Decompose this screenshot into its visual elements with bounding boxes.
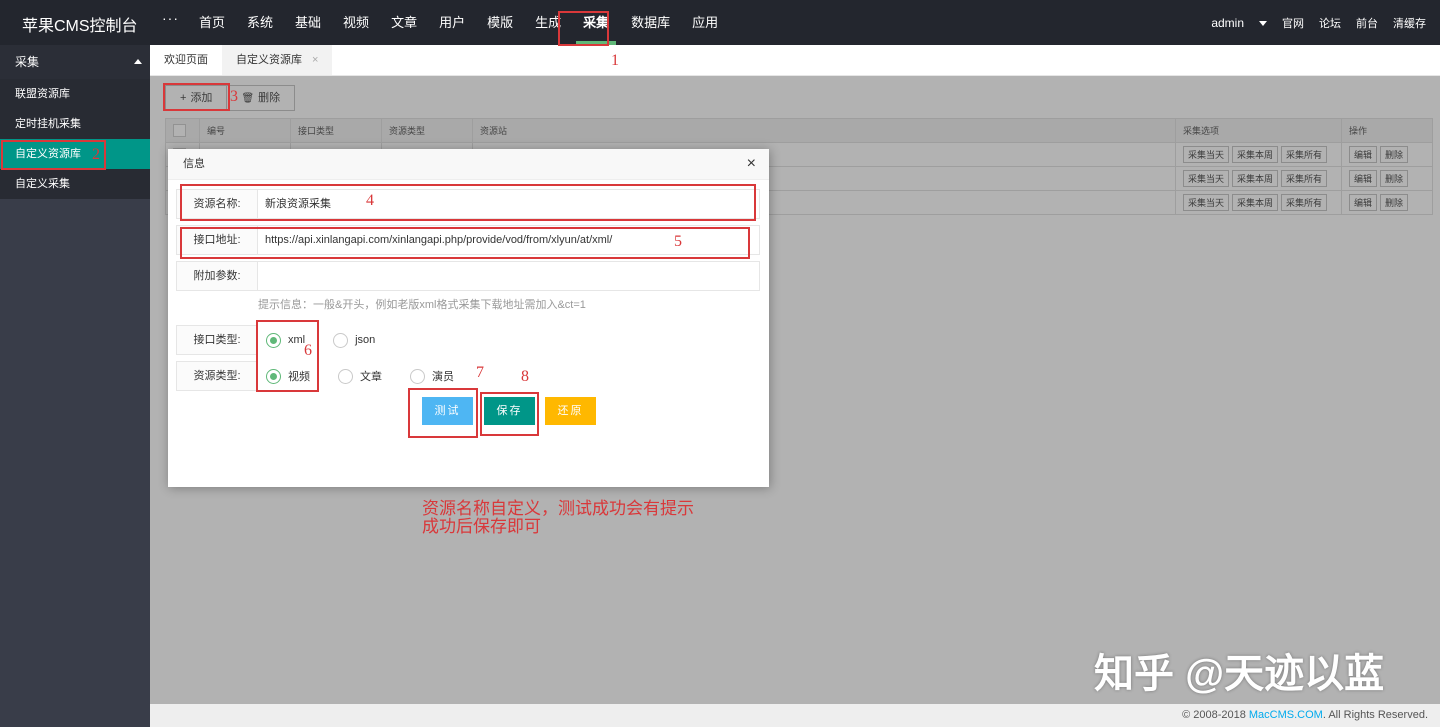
param-label: 附加参数: bbox=[176, 261, 258, 291]
close-icon[interactable]: × bbox=[312, 54, 318, 66]
caret-up-icon bbox=[134, 59, 142, 64]
caret-down-icon bbox=[1259, 21, 1267, 27]
annotation-number: 2 bbox=[92, 146, 100, 163]
radio-label: 演员 bbox=[432, 371, 454, 383]
sidebar-list: 联盟资源库 定时挂机采集 自定义资源库 自定义采集 bbox=[0, 79, 150, 199]
tab-welcome[interactable]: 欢迎页面 bbox=[150, 45, 222, 75]
reset-button[interactable]: 还原 bbox=[545, 397, 596, 425]
radio-json[interactable]: json bbox=[333, 332, 376, 348]
annotation-box-2 bbox=[1, 140, 106, 170]
nav-item-apps[interactable]: 应用 bbox=[681, 0, 729, 45]
annotation-note-line: 资源名称自定义，测试成功会有提示 bbox=[422, 499, 694, 518]
page-tabs: 欢迎页面 自定义资源库 × bbox=[150, 45, 1440, 76]
annotation-number: 4 bbox=[366, 192, 374, 209]
radio-article[interactable]: 文章 bbox=[338, 368, 382, 384]
nav-item-basic[interactable]: 基础 bbox=[284, 0, 332, 45]
annotation-number: 5 bbox=[674, 233, 682, 250]
sidebar-group-label: 采集 bbox=[15, 55, 40, 69]
annotation-box-7 bbox=[408, 388, 478, 438]
radio-unchecked-icon bbox=[338, 368, 353, 384]
annotation-number: 1 bbox=[611, 52, 619, 69]
nav-item-user[interactable]: 用户 bbox=[428, 0, 476, 45]
param-row: 附加参数: bbox=[176, 261, 760, 291]
annotation-number: 7 bbox=[476, 364, 484, 381]
link-frontend[interactable]: 前台 bbox=[1356, 15, 1378, 31]
radio-label: 文章 bbox=[360, 371, 382, 383]
annotation-note-line: 成功后保存即可 bbox=[422, 517, 541, 536]
nav-item-system[interactable]: 系统 bbox=[236, 0, 284, 45]
annotation-number: 8 bbox=[521, 368, 529, 385]
tab-custom-library[interactable]: 自定义资源库 × bbox=[222, 45, 333, 75]
user-name: admin bbox=[1211, 15, 1244, 30]
annotation-note: 资源名称自定义，测试成功会有提示 成功后保存即可 bbox=[422, 500, 694, 536]
link-forum[interactable]: 论坛 bbox=[1319, 15, 1341, 31]
nav-item-video[interactable]: 视频 bbox=[332, 0, 380, 45]
radio-unchecked-icon bbox=[410, 368, 425, 384]
footer-link[interactable]: MacCMS.COM bbox=[1249, 709, 1323, 721]
app-logo-title[interactable]: 苹果CMS控制台 bbox=[22, 12, 138, 36]
user-menu[interactable]: admin bbox=[1211, 16, 1267, 30]
radio-actor[interactable]: 演员 bbox=[410, 368, 454, 384]
dialog-title: 信息 bbox=[168, 149, 769, 180]
radio-unchecked-icon bbox=[333, 332, 349, 348]
link-clear-cache[interactable]: 清缓存 bbox=[1393, 15, 1426, 31]
sidebar-group-collect[interactable]: 采集 bbox=[0, 45, 150, 79]
sidebar-item-union-library[interactable]: 联盟资源库 bbox=[0, 79, 150, 109]
annotation-box-1 bbox=[558, 11, 609, 46]
resource-type-label: 资源类型: bbox=[176, 361, 258, 391]
annotation-number: 3 bbox=[230, 88, 238, 105]
annotation-box-5 bbox=[180, 227, 750, 259]
nav-item-article[interactable]: 文章 bbox=[380, 0, 428, 45]
annotation-number: 6 bbox=[304, 342, 312, 359]
nav-item-home[interactable]: 首页 bbox=[188, 0, 236, 45]
footer-rights: . All Rights Reserved. bbox=[1322, 709, 1428, 721]
extra-params-input[interactable] bbox=[258, 261, 760, 291]
top-header: 苹果CMS控制台 ··· 首页 系统 基础 视频 文章 用户 模版 生成 采集 … bbox=[0, 0, 1440, 45]
nav-item-database[interactable]: 数据库 bbox=[620, 0, 681, 45]
radio-label: json bbox=[355, 334, 376, 346]
link-official-site[interactable]: 官网 bbox=[1282, 15, 1304, 31]
footer-copyright: © 2008-2018 bbox=[1182, 709, 1246, 721]
main-nav: 首页 系统 基础 视频 文章 用户 模版 生成 采集 数据库 应用 bbox=[188, 0, 729, 45]
hint-text: 提示信息：一般&开头，例如老版xml格式采集下载地址需加入&ct=1 bbox=[258, 299, 586, 311]
nav-more-icon[interactable]: ··· bbox=[162, 10, 179, 26]
annotation-box-8 bbox=[480, 392, 539, 436]
header-right-links: admin 官网 论坛 前台 清缓存 bbox=[1196, 0, 1426, 45]
api-type-label: 接口类型: bbox=[176, 325, 258, 355]
annotation-box-4 bbox=[180, 184, 756, 221]
tab-label: 自定义资源库 bbox=[236, 54, 302, 66]
watermark: 知乎 @天迹以蓝 bbox=[1094, 652, 1385, 696]
nav-item-template[interactable]: 模版 bbox=[476, 0, 524, 45]
sidebar-item-custom-collect[interactable]: 自定义采集 bbox=[0, 169, 150, 199]
close-icon[interactable]: × bbox=[747, 155, 756, 173]
annotation-box-3 bbox=[163, 83, 230, 111]
footer: © 2008-2018 MacCMS.COM. All Rights Reser… bbox=[150, 704, 1440, 727]
sidebar-item-timed-collect[interactable]: 定时挂机采集 bbox=[0, 109, 150, 139]
